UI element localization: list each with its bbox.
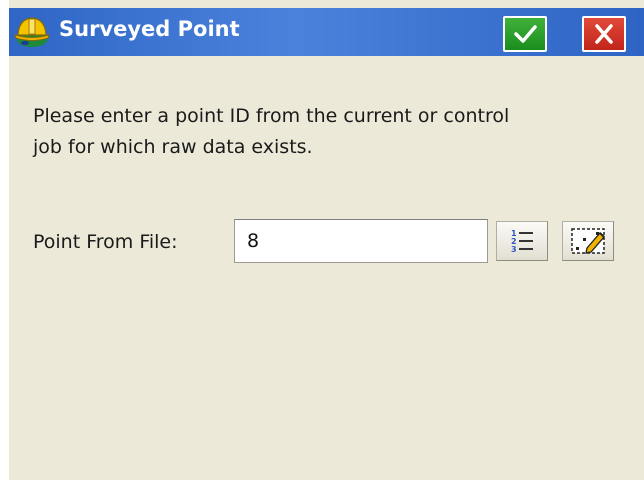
point-list-button[interactable]: 1 2 3: [496, 221, 548, 261]
close-icon: [595, 24, 613, 44]
numbered-list-icon: 1 2 3: [511, 229, 533, 254]
map-pencil-icon: [571, 228, 605, 254]
instruction-line-2: job for which raw data exists.: [33, 136, 313, 158]
svg-text:3: 3: [511, 245, 517, 254]
ok-button[interactable]: [503, 16, 547, 52]
close-button[interactable]: [582, 16, 626, 52]
window-title: Surveyed Point: [59, 17, 240, 41]
map-select-button[interactable]: [562, 221, 614, 261]
hard-hat-icon: [13, 13, 51, 51]
point-from-file-label: Point From File:: [33, 231, 178, 253]
title-bar: Surveyed Point: [9, 8, 644, 56]
instruction-message: Please enter a point ID from the current…: [33, 101, 633, 163]
point-from-file-input[interactable]: [234, 219, 488, 263]
surveyed-point-dialog: Surveyed Point Please enter a point ID f…: [9, 0, 644, 480]
checkmark-icon: [514, 25, 537, 43]
instruction-line-1: Please enter a point ID from the current…: [33, 105, 510, 127]
